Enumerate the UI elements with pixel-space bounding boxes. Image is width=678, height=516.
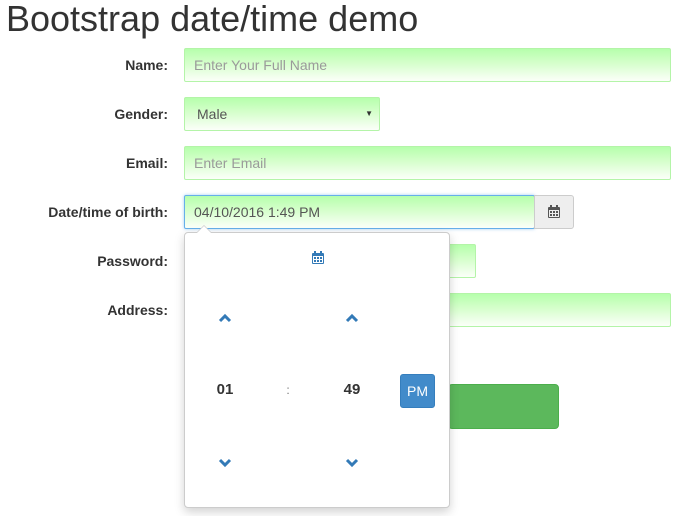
dob-input[interactable]	[184, 195, 535, 229]
decrement-minute-button[interactable]	[337, 452, 367, 474]
email-input[interactable]	[184, 146, 671, 180]
increment-minute-button[interactable]	[337, 307, 367, 329]
name-input[interactable]	[184, 48, 671, 82]
chevron-down-icon	[218, 458, 232, 468]
chevron-down-icon	[345, 458, 359, 468]
email-label: Email:	[125, 155, 168, 171]
hour-value[interactable]: 01	[205, 377, 245, 401]
page-title: Bootstrap date/time demo	[6, 0, 419, 39]
address-label: Address:	[107, 302, 168, 318]
gender-selected-value: Male	[197, 106, 228, 122]
switch-to-date-button[interactable]	[303, 247, 333, 269]
increment-hour-button[interactable]	[210, 307, 240, 329]
datetime-picker-popup: 01 : 49 PM	[184, 225, 450, 508]
calendar-toggle-button[interactable]	[534, 195, 574, 229]
decrement-hour-button[interactable]	[210, 452, 240, 474]
calendar-icon	[312, 251, 324, 264]
submit-button[interactable]	[448, 384, 559, 429]
calendar-icon	[548, 205, 560, 218]
gender-label: Gender:	[114, 106, 168, 122]
name-label: Name:	[125, 57, 168, 73]
time-separator: :	[286, 383, 290, 397]
password-label: Password:	[97, 253, 168, 269]
dob-label: Date/time of birth:	[48, 204, 168, 220]
gender-select[interactable]: Male ▼	[184, 97, 380, 131]
chevron-up-icon	[345, 313, 359, 323]
caret-down-icon: ▼	[365, 109, 373, 118]
toggle-period-button[interactable]: PM	[400, 374, 435, 408]
chevron-up-icon	[218, 313, 232, 323]
minute-value[interactable]: 49	[332, 377, 372, 401]
